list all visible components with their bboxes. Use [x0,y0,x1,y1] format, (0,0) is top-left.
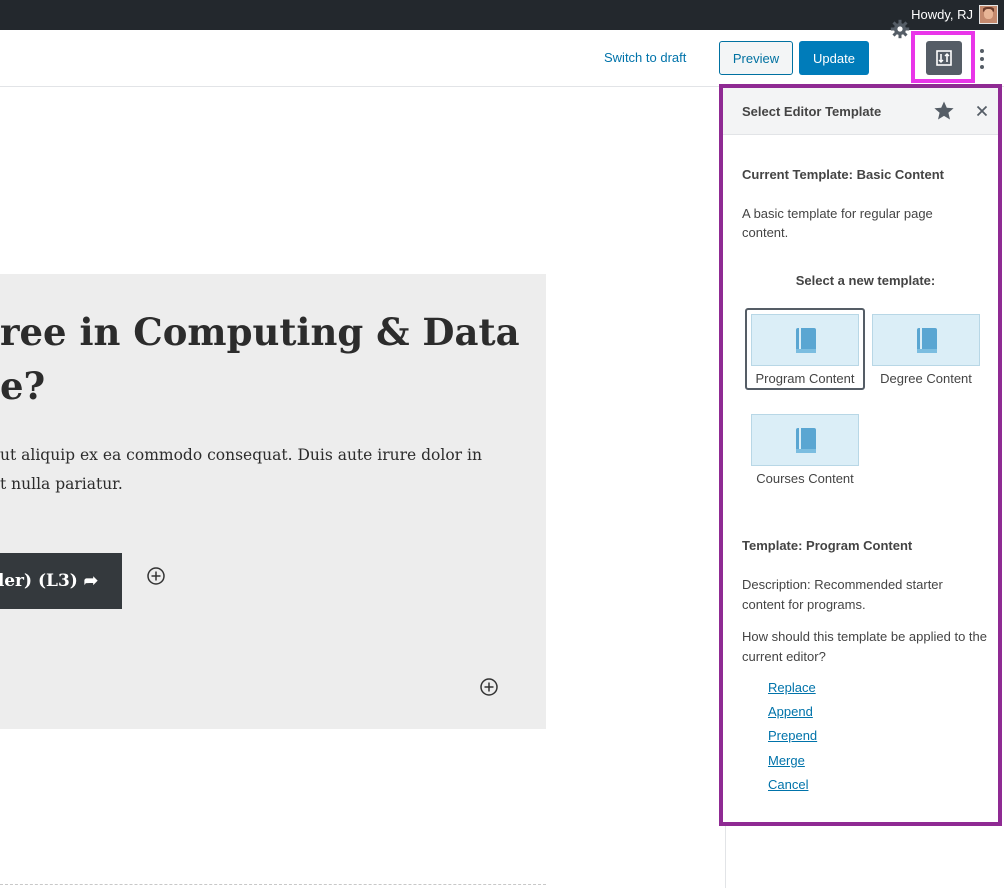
cta-button-block[interactable]: ader) (L3) ➦ [0,553,122,609]
book-icon [796,428,816,453]
current-template-description: A basic template for regular page conten… [742,206,933,240]
close-icon[interactable] [974,103,990,119]
admin-bar: Howdy, RJ [0,0,1004,30]
preview-button[interactable]: Preview [719,41,793,75]
book-icon [796,328,816,353]
settings-gear-icon[interactable] [890,19,910,39]
switch-to-draft-button[interactable]: Switch to draft [604,50,686,65]
template-thumbnail[interactable] [751,314,859,366]
template-label[interactable]: Degree Content [856,371,996,386]
add-block-plus-icon[interactable] [146,566,166,586]
update-button[interactable]: Update [799,41,869,75]
cancel-link[interactable]: Cancel [768,777,808,792]
template-label[interactable]: Program Content [735,371,875,386]
template-card-degree[interactable] [872,314,980,366]
block-paragraph[interactable]: ut aliquip ex ea commodo consequat. Duis… [0,441,540,499]
add-block-plus-icon[interactable] [479,677,499,697]
current-template-title: Current Template: Basic Content [742,167,945,182]
panel-title: Select Editor Template [742,104,882,119]
more-options-icon[interactable] [978,48,986,70]
book-icon [917,328,937,353]
template-switch-icon [936,50,952,66]
editor-header-toolbar: Switch to draft Preview Update [0,30,1004,87]
template-label[interactable]: Courses Content [735,471,875,486]
select-new-template-heading: Select a new template: [795,273,936,288]
apply-method-question: How should this template be applied to t… [742,629,987,664]
avatar[interactable] [979,5,998,24]
howdy-greeting[interactable]: Howdy, RJ [911,7,973,22]
append-link[interactable]: Append [768,704,813,719]
template-card-courses[interactable] [751,414,859,466]
prepend-link[interactable]: Prepend [768,728,817,743]
replace-link[interactable]: Replace [768,680,816,695]
merge-link[interactable]: Merge [768,753,805,768]
block-boundary-divider [0,884,546,885]
block-heading[interactable]: ree in Computing & Data e? [0,305,540,413]
star-icon[interactable] [933,100,955,122]
selected-template-title: Template: Program Content [742,538,913,553]
editor-template-button[interactable] [926,41,962,75]
selected-template-description: Description: Recommended starter content… [742,577,943,612]
